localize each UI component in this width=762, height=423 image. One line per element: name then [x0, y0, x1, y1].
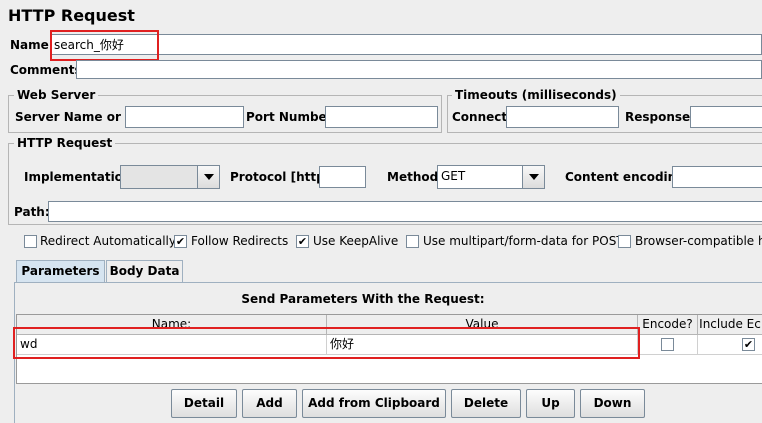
name-label: Name: [10, 38, 54, 52]
param-encode-checkbox[interactable] [661, 338, 674, 351]
use-keepalive-checkbox[interactable]: ✔ [296, 235, 309, 248]
column-header-include[interactable]: Include Ec [698, 315, 762, 335]
use-multipart-label: Use multipart/form-data for POST [423, 234, 624, 248]
name-highlight-box [50, 30, 159, 61]
param-row-highlight-box [13, 327, 640, 359]
comments-input[interactable] [76, 60, 762, 79]
param-encode-cell [638, 335, 698, 355]
redirect-automatically-checkbox[interactable] [24, 235, 37, 248]
implementation-select[interactable] [120, 165, 220, 189]
content-encoding-label: Content encoding: [565, 170, 690, 184]
delete-button[interactable]: Delete [451, 389, 521, 418]
use-keepalive-label: Use KeepAlive [313, 234, 399, 248]
detail-button[interactable]: Detail [171, 389, 237, 418]
method-label: Method: [387, 170, 443, 184]
tab-parameters[interactable]: Parameters [16, 260, 105, 283]
http-request-legend: HTTP Request [14, 136, 116, 150]
path-label: Path: [14, 205, 50, 219]
content-encoding-input[interactable] [672, 166, 762, 188]
path-input[interactable] [48, 201, 762, 222]
response-input[interactable] [690, 106, 762, 128]
server-name-label: Server Name or IP: [15, 110, 144, 124]
connect-label: Connect: [452, 110, 512, 124]
add-button[interactable]: Add [242, 389, 297, 418]
up-button[interactable]: Up [526, 389, 575, 418]
follow-redirects-checkbox[interactable]: ✔ [174, 235, 187, 248]
web-server-legend: Web Server [14, 88, 99, 102]
port-number-label: Port Number: [246, 110, 338, 124]
connect-input[interactable] [506, 106, 619, 128]
column-header-encode[interactable]: Encode? [638, 315, 698, 335]
param-include-checkbox[interactable]: ✔ [742, 338, 755, 351]
page-title: HTTP Request [8, 6, 135, 25]
protocol-input[interactable] [319, 166, 366, 188]
use-multipart-checkbox[interactable] [406, 235, 419, 248]
port-number-input[interactable] [325, 106, 438, 128]
chevron-down-icon[interactable] [197, 166, 219, 188]
chevron-down-icon[interactable] [522, 166, 544, 188]
timeouts-legend: Timeouts (milliseconds) [452, 88, 620, 102]
param-include-cell: ✔ [698, 335, 762, 355]
comments-label: Comments: [10, 63, 87, 77]
tab-body-data[interactable]: Body Data [106, 260, 183, 282]
browser-compatible-checkbox[interactable] [618, 235, 631, 248]
response-label: Response: [625, 110, 695, 124]
redirect-automatically-label: Redirect Automatically [40, 234, 176, 248]
send-parameters-header: Send Parameters With the Request: [241, 292, 485, 306]
follow-redirects-label: Follow Redirects [191, 234, 289, 248]
add-from-clipboard-button[interactable]: Add from Clipboard [302, 389, 446, 418]
method-select[interactable]: GET [437, 165, 545, 189]
browser-compatible-label: Browser-compatible he [635, 234, 762, 248]
down-button[interactable]: Down [580, 389, 645, 418]
server-name-input[interactable] [125, 106, 244, 128]
